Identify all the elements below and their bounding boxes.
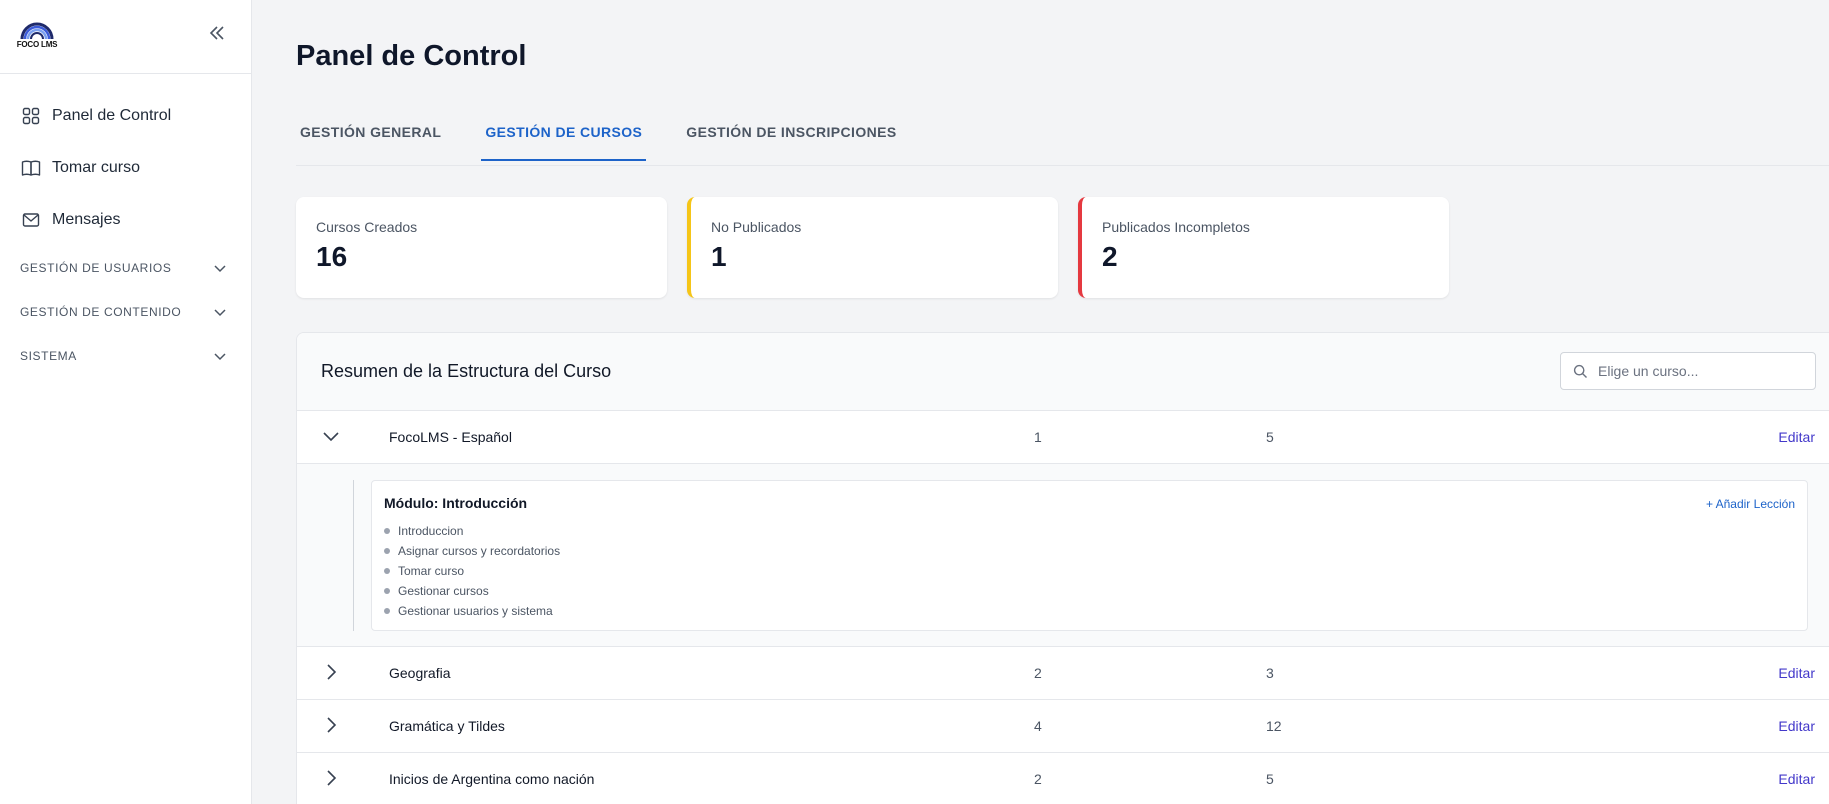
book-icon [20, 157, 42, 179]
edit-course-link[interactable]: Editar [1778, 771, 1815, 787]
stat-card-cursos-creados: Cursos Creados 16 [296, 197, 667, 298]
course-name: Gramática y Tildes [389, 718, 505, 734]
course-module-count: 2 [1034, 771, 1042, 787]
lesson-list: Introduccion Asignar cursos y recordator… [384, 521, 1795, 621]
sidebar-section-label: SISTEMA [20, 349, 77, 363]
stat-label: Cursos Creados [316, 219, 418, 235]
stats-row: Cursos Creados 16 No Publicados 1 Public… [296, 197, 1449, 298]
bullet-icon [384, 568, 390, 574]
bullet-icon [384, 608, 390, 614]
course-module-count: 4 [1034, 718, 1042, 734]
stat-value: 1 [711, 241, 727, 272]
chevron-right-icon[interactable] [321, 768, 341, 788]
course-search [1560, 352, 1816, 390]
lesson-item[interactable]: Tomar curso [384, 561, 1795, 581]
stat-value: 16 [316, 241, 348, 272]
chevron-right-icon[interactable] [321, 662, 341, 682]
search-icon [1573, 364, 1587, 378]
lesson-item[interactable]: Gestionar usuarios y sistema [384, 601, 1795, 621]
module-area: Módulo: Introducción + Añadir Lección In… [297, 464, 1829, 647]
logo-text: FOCO LMS [16, 40, 58, 49]
stat-value: 2 [1102, 241, 1118, 272]
grid-icon [20, 105, 42, 127]
course-lesson-count: 12 [1266, 718, 1282, 734]
bullet-icon [384, 548, 390, 554]
course-row: Geografia 2 3 Editar [297, 647, 1829, 700]
bullet-icon [384, 588, 390, 594]
lesson-title: Tomar curso [398, 564, 465, 578]
course-name: Inicios de Argentina como nación [389, 771, 595, 787]
sidebar-item-label: Mensajes [52, 211, 121, 228]
mail-icon [20, 209, 42, 231]
sidebar-section-gestion-usuarios[interactable]: GESTIÓN DE USUARIOS [0, 246, 251, 290]
lesson-title: Gestionar usuarios y sistema [398, 604, 553, 618]
logo: FOCO LMS [14, 18, 60, 52]
add-lesson-button[interactable]: + Añadir Lección [1706, 497, 1795, 511]
course-name: FocoLMS - Español [389, 429, 512, 445]
stat-card-no-publicados: No Publicados 1 [687, 197, 1058, 298]
sidebar-item-panel-de-control[interactable]: Panel de Control [0, 90, 251, 142]
sidebar-item-label: Tomar curso [52, 159, 141, 176]
edit-course-link[interactable]: Editar [1778, 665, 1815, 681]
course-row: Gramática y Tildes 4 12 Editar [297, 700, 1829, 753]
chevron-down-icon [214, 309, 226, 317]
course-module-count: 2 [1034, 665, 1042, 681]
lesson-item[interactable]: Gestionar cursos [384, 581, 1795, 601]
sidebar-section-label: GESTIÓN DE CONTENIDO [20, 305, 182, 319]
sidebar-section-sistema[interactable]: SISTEMA [0, 334, 251, 378]
lesson-title: Asignar cursos y recordatorios [398, 544, 561, 558]
tab-gestion-general[interactable]: GESTIÓN GENERAL [296, 112, 445, 161]
lesson-item[interactable]: Asignar cursos y recordatorios [384, 541, 1795, 561]
sidebar-item-mensajes[interactable]: Mensajes [0, 194, 251, 246]
stat-label: Publicados Incompletos [1102, 219, 1250, 235]
collapse-sidebar-button[interactable] [206, 22, 228, 44]
sidebar-section-gestion-contenido[interactable]: GESTIÓN DE CONTENIDO [0, 290, 251, 334]
chevron-down-icon [214, 353, 226, 361]
module-divider [353, 480, 354, 631]
sidebar-nav: Panel de Control Tomar curso Mensajes GE… [0, 74, 251, 378]
course-lesson-count: 5 [1266, 771, 1274, 787]
lesson-item[interactable]: Introduccion [384, 521, 1795, 541]
rainbow-logo-icon [20, 22, 54, 40]
edit-course-link[interactable]: Editar [1778, 429, 1815, 445]
panel-header: Resumen de la Estructura del Curso [297, 333, 1829, 411]
course-lesson-count: 3 [1266, 665, 1274, 681]
stat-card-publicados-incompletos: Publicados Incompletos 2 [1078, 197, 1449, 298]
module-title: Módulo: Introducción [384, 495, 528, 511]
chevron-down-icon [214, 265, 226, 273]
sidebar-section-label: GESTIÓN DE USUARIOS [20, 261, 172, 275]
edit-course-link[interactable]: Editar [1778, 718, 1815, 734]
sidebar-header: FOCO LMS [0, 0, 251, 74]
double-chevron-left-icon [209, 26, 224, 40]
lesson-title: Introduccion [398, 524, 464, 538]
module-card: Módulo: Introducción + Añadir Lección In… [371, 480, 1808, 631]
page-title: Panel de Control [296, 40, 527, 72]
tab-gestion-inscripciones[interactable]: GESTIÓN DE INSCRIPCIONES [682, 112, 900, 161]
sidebar-item-tomar-curso[interactable]: Tomar curso [0, 142, 251, 194]
chevron-right-icon[interactable] [321, 715, 341, 735]
course-name: Geografia [389, 665, 451, 681]
course-module-count: 1 [1034, 429, 1042, 445]
stat-label: No Publicados [711, 219, 802, 235]
course-lesson-count: 5 [1266, 429, 1274, 445]
sidebar-item-label: Panel de Control [52, 107, 172, 124]
course-row: FocoLMS - Español 1 5 Editar [297, 411, 1829, 464]
course-row: Inicios de Argentina como nación 2 5 Edi… [297, 753, 1829, 804]
chevron-down-icon[interactable] [321, 426, 341, 446]
sidebar: FOCO LMS Panel de Control Tomar curso Me… [0, 0, 252, 804]
course-search-input[interactable] [1598, 363, 1798, 379]
tab-bar: GESTIÓN GENERAL GESTIÓN DE CURSOS GESTIÓ… [296, 112, 1829, 166]
tab-gestion-cursos[interactable]: GESTIÓN DE CURSOS [481, 112, 647, 161]
main-content: Panel de Control GESTIÓN GENERAL GESTIÓN… [296, 0, 1829, 804]
course-structure-panel: Resumen de la Estructura del Curso FocoL… [296, 332, 1829, 804]
panel-title: Resumen de la Estructura del Curso [321, 361, 612, 381]
lesson-title: Gestionar cursos [398, 584, 489, 598]
bullet-icon [384, 528, 390, 534]
